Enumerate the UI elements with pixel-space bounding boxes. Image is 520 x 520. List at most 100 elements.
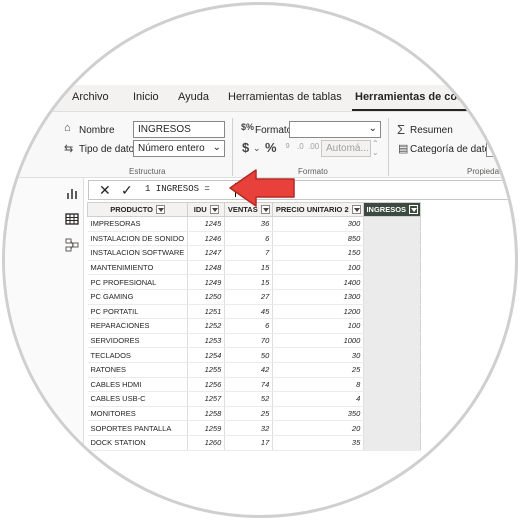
category-select[interactable] — [486, 140, 515, 157]
table-cell[interactable]: 1247 — [187, 245, 226, 261]
table-cell[interactable]: 6 — [224, 318, 274, 334]
filter-dropdown-icon[interactable] — [156, 205, 166, 215]
data-view-icon[interactable] — [65, 212, 79, 226]
table-cell[interactable]: 6 — [224, 231, 274, 247]
table-cell[interactable]: 150 — [272, 245, 365, 261]
tab-inicio[interactable]: Inicio — [133, 91, 159, 103]
table-cell[interactable]: 27 — [224, 289, 274, 305]
empty-ingresos-cell[interactable] — [363, 231, 422, 247]
table-cell[interactable]: 850 — [272, 231, 365, 247]
table-cell[interactable]: 1200 — [272, 304, 365, 320]
model-view-icon[interactable] — [65, 238, 79, 252]
empty-ingresos-cell[interactable] — [363, 304, 422, 320]
table-cell[interactable]: 15 — [224, 274, 274, 290]
table-cell[interactable]: 1000 — [272, 333, 365, 349]
empty-ingresos-cell[interactable] — [363, 362, 422, 378]
table-cell[interactable]: 1249 — [187, 274, 226, 290]
table-cell[interactable]: REPARACIONES — [87, 318, 189, 334]
table-cell[interactable]: MANTENIMIENTO — [87, 260, 189, 276]
table-cell[interactable]: 20 — [272, 420, 365, 436]
table-cell[interactable]: 1245 — [187, 216, 226, 232]
datatype-select[interactable]: Número entero ⌄ — [133, 140, 225, 157]
table-cell[interactable]: 1253 — [187, 333, 226, 349]
table-cell[interactable]: PC PORTATIL — [87, 304, 189, 320]
table-cell[interactable]: 1248 — [187, 260, 226, 276]
table-cell[interactable]: 1246 — [187, 231, 226, 247]
table-cell[interactable]: PC PROFESIONAL — [87, 274, 189, 290]
empty-ingresos-cell[interactable] — [363, 260, 422, 276]
empty-ingresos-cell[interactable] — [363, 347, 422, 363]
table-cell[interactable]: 350 — [272, 406, 365, 422]
empty-ingresos-cell[interactable] — [363, 391, 422, 407]
table-cell[interactable]: 25 — [272, 362, 365, 378]
tab-herramientas-columna[interactable]: Herramientas de colun — [355, 91, 474, 103]
empty-ingresos-cell[interactable] — [363, 333, 422, 349]
table-cell[interactable]: 1250 — [187, 289, 226, 305]
table-cell[interactable]: 1251 — [187, 304, 226, 320]
increase-decimal-icon[interactable]: .0 — [297, 142, 304, 151]
table-cell[interactable]: 7 — [224, 245, 274, 261]
comma-button[interactable]: ⁹ — [285, 140, 290, 154]
table-cell[interactable]: PC GAMING — [87, 289, 189, 305]
table-cell[interactable]: 8 — [272, 377, 365, 393]
tab-archivo[interactable]: Archivo — [72, 91, 109, 103]
column-header-ingresos[interactable]: INGRESOS — [363, 202, 422, 217]
empty-ingresos-cell[interactable] — [363, 435, 422, 451]
table-cell[interactable]: 15 — [224, 260, 274, 276]
table-cell[interactable]: 45 — [224, 304, 274, 320]
empty-ingresos-cell[interactable] — [363, 377, 422, 393]
empty-ingresos-cell[interactable] — [363, 420, 422, 436]
table-cell[interactable]: 1254 — [187, 347, 226, 363]
table-cell[interactable]: 1400 — [272, 274, 365, 290]
table-cell[interactable]: 100 — [272, 318, 365, 334]
table-cell[interactable]: CABLES HDMI — [87, 377, 189, 393]
table-cell[interactable]: 35 — [272, 435, 365, 451]
table-cell[interactable]: 1255 — [187, 362, 226, 378]
table-cell[interactable]: MONITORES — [87, 406, 189, 422]
table-cell[interactable]: 42 — [224, 362, 274, 378]
table-cell[interactable]: 4 — [272, 391, 365, 407]
table-cell[interactable]: 1257 — [187, 391, 226, 407]
table-cell[interactable]: SERVIDORES — [87, 333, 189, 349]
empty-ingresos-cell[interactable] — [363, 245, 422, 261]
column-header-producto[interactable]: PRODUCTO — [86, 202, 189, 217]
empty-ingresos-cell[interactable] — [363, 406, 422, 422]
stepper-arrows-icon[interactable]: ⌃ ⌄ — [372, 139, 379, 157]
table-cell[interactable]: 52 — [224, 391, 274, 407]
format-select[interactable]: ⌄ — [289, 121, 381, 138]
table-cell[interactable]: 32 — [224, 420, 274, 436]
table-cell[interactable]: 1256 — [187, 377, 226, 393]
currency-button[interactable]: $ — [242, 140, 249, 155]
tab-ayuda[interactable]: Ayuda — [178, 91, 209, 103]
table-cell[interactable]: 74 — [224, 377, 274, 393]
table-cell[interactable]: 70 — [224, 333, 274, 349]
table-cell[interactable]: 30 — [272, 347, 365, 363]
table-cell[interactable]: 300 — [272, 216, 365, 232]
table-cell[interactable]: 17 — [224, 435, 274, 451]
column-header-idu[interactable]: IDU — [187, 202, 226, 217]
cancel-formula-button[interactable]: ✕ — [99, 181, 111, 199]
table-cell[interactable]: 36 — [224, 216, 274, 232]
empty-ingresos-cell[interactable] — [363, 289, 422, 305]
empty-ingresos-cell[interactable] — [363, 216, 422, 232]
decimals-stepper[interactable]: Automá... — [321, 140, 371, 157]
table-cell[interactable]: INSTALACION DE SONIDO — [87, 231, 189, 247]
table-cell[interactable]: RATONES — [87, 362, 189, 378]
tab-herramientas-tablas[interactable]: Herramientas de tablas — [228, 91, 342, 103]
table-cell[interactable]: 1300 — [272, 289, 365, 305]
table-cell[interactable]: 100 — [272, 260, 365, 276]
decrease-decimal-icon[interactable]: .00 — [308, 142, 319, 151]
table-cell[interactable]: 25 — [224, 406, 274, 422]
empty-ingresos-cell[interactable] — [363, 318, 422, 334]
table-cell[interactable]: 1259 — [187, 420, 226, 436]
table-cell[interactable]: SOPORTES PANTALLA — [87, 420, 189, 436]
name-input[interactable]: INGRESOS — [133, 121, 225, 138]
commit-formula-button[interactable]: ✓ — [121, 181, 133, 199]
filter-dropdown-icon[interactable] — [351, 205, 361, 215]
table-cell[interactable]: INSTALACION SOFTWARE — [87, 245, 189, 261]
table-cell[interactable]: DOCK STATION — [87, 435, 189, 451]
filter-dropdown-icon[interactable] — [409, 205, 419, 215]
table-cell[interactable]: IMPRESORAS — [87, 216, 189, 232]
table-cell[interactable]: 1258 — [187, 406, 226, 422]
empty-ingresos-cell[interactable] — [363, 274, 422, 290]
